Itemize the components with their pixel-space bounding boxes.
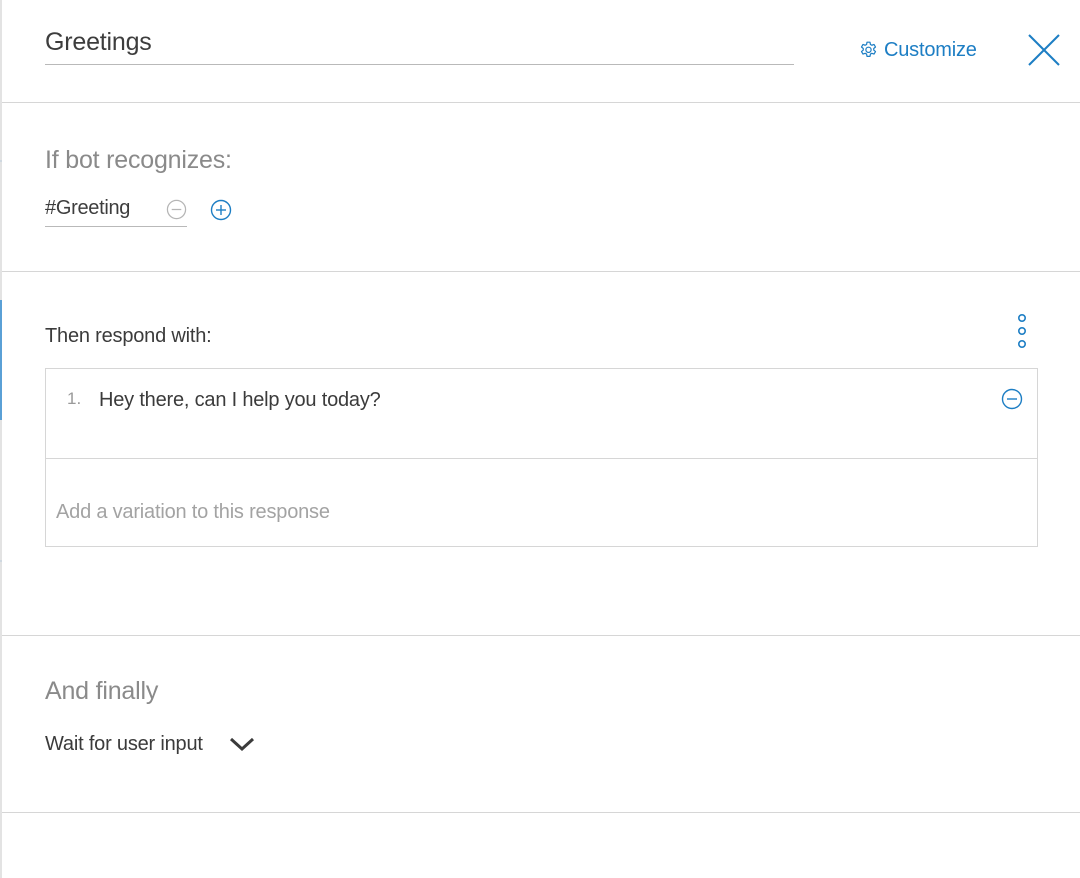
finally-section: And finally Wait for user input (2, 636, 1080, 813)
finally-action-label: Wait for user input (45, 732, 203, 755)
plus-circle-icon[interactable] (210, 199, 232, 221)
response-list: 1. Hey there, can I help you today? (45, 368, 1038, 547)
dialog-node-editor: Greetings Customize If bot recognizes: #… (0, 0, 1080, 878)
response-section: Then respond with: 1. Hey there, can I h… (2, 272, 1080, 636)
intent-text: #Greeting (45, 197, 131, 219)
gear-icon (860, 41, 877, 57)
node-name-field[interactable]: Greetings (45, 24, 794, 65)
finally-action-dropdown[interactable]: Wait for user input (45, 730, 256, 758)
response-item[interactable]: 1. Hey there, can I help you today? (46, 369, 1037, 459)
finally-heading: And finally (45, 677, 159, 705)
intent-condition-field[interactable]: #Greeting (45, 193, 187, 227)
vertical-ellipsis-icon[interactable] (1014, 312, 1030, 350)
close-icon (1028, 34, 1060, 66)
response-heading: Then respond with: (45, 325, 212, 347)
response-text[interactable]: Hey there, can I help you today? (99, 389, 381, 412)
minus-circle-icon[interactable] (166, 199, 187, 220)
minus-circle-icon[interactable] (1001, 388, 1023, 410)
close-button[interactable] (1026, 32, 1062, 68)
condition-heading: If bot recognizes: (45, 146, 232, 174)
node-name-text: Greetings (45, 28, 152, 56)
response-number: 1. (67, 389, 82, 408)
editor-header: Greetings Customize (2, 0, 1080, 103)
chevron-down-icon (229, 737, 254, 752)
customize-label: Customize (884, 38, 977, 61)
condition-section: If bot recognizes: #Greeting (2, 103, 1080, 272)
add-variation-input[interactable] (46, 459, 1037, 546)
customize-button[interactable]: Customize (858, 37, 977, 63)
